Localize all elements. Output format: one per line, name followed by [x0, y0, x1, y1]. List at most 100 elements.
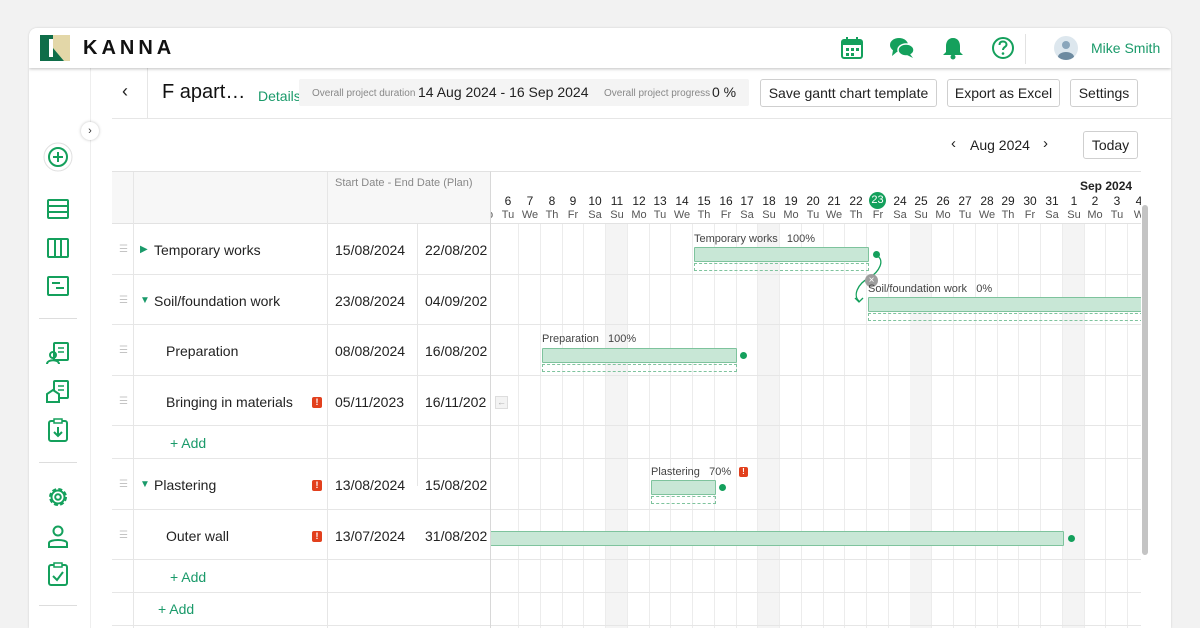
task-name[interactable]: Plastering [154, 477, 216, 493]
save-gantt-template-button[interactable]: Save gantt chart template [760, 79, 937, 107]
vertical-scrollbar[interactable] [1141, 171, 1171, 628]
task-name[interactable]: Temporary works [154, 242, 261, 258]
drag-handle-icon[interactable]: ☰ [119, 530, 128, 541]
settings-button[interactable]: Settings [1070, 79, 1138, 107]
task-name[interactable]: Outer wall [166, 528, 229, 544]
board-icon[interactable] [45, 235, 71, 261]
user-icon[interactable] [45, 523, 71, 549]
end-date[interactable]: 16/11/202 [425, 394, 486, 410]
scrollbar-thumb[interactable] [1142, 205, 1148, 555]
weekday-label: Mo [783, 209, 799, 221]
start-date[interactable]: 08/08/2024 [335, 343, 405, 359]
details-link[interactable]: Details [258, 88, 301, 104]
end-date[interactable]: 15/08/202 [425, 477, 487, 493]
avatar[interactable] [1054, 36, 1078, 60]
building-icon[interactable] [45, 378, 71, 404]
current-month: Aug 2024 [970, 137, 1030, 153]
chat-icon[interactable] [889, 35, 915, 61]
day-number: 28 [980, 194, 994, 208]
weekday-label: Mo [631, 209, 647, 221]
day-number: 26 [936, 194, 950, 208]
today-button[interactable]: Today [1083, 131, 1138, 159]
schedule-icon[interactable] [45, 273, 71, 299]
dependency-handle[interactable] [719, 484, 726, 491]
add-icon[interactable] [43, 142, 73, 172]
day-number: 12 [632, 194, 646, 208]
day-number: 2 [1091, 194, 1099, 208]
dependency-handle[interactable] [740, 352, 747, 359]
start-date[interactable]: 13/08/2024 [335, 477, 405, 493]
gantt-bar[interactable] [694, 247, 869, 262]
table-row[interactable]: ☰ Preparation 08/08/2024 16/08/202 [112, 325, 490, 376]
warning-icon: ! [312, 531, 322, 542]
gantt-bar[interactable] [868, 297, 1141, 312]
task-name[interactable]: Soil/foundation work [154, 293, 280, 309]
gantt-bar[interactable] [651, 480, 716, 495]
drag-handle-icon[interactable]: ☰ [119, 295, 128, 306]
expand-toggle-icon[interactable]: ▼ [140, 295, 150, 306]
gantt-bar[interactable] [542, 348, 737, 363]
start-date[interactable]: 05/11/2023 [335, 394, 404, 410]
calendar-icon[interactable] [839, 35, 865, 61]
start-date[interactable]: 23/08/2024 [335, 293, 405, 309]
table-row[interactable]: ☰ ▼ Plastering ! 13/08/2024 15/08/202 [112, 459, 490, 510]
table-row[interactable]: ☰ ▶ Temporary works 15/08/2024 22/08/202 [112, 224, 490, 275]
gantt-bar[interactable] [491, 531, 1064, 546]
next-month-chevron-icon[interactable]: › [1043, 135, 1048, 152]
offscreen-left-arrow-icon[interactable]: ← [495, 396, 508, 409]
end-date[interactable]: 31/08/202 [425, 528, 487, 544]
collapse-toggle-icon[interactable]: ▶ [140, 244, 148, 255]
drag-handle-icon[interactable]: ☰ [119, 244, 128, 255]
plan-bar [542, 364, 737, 372]
dependency-handle[interactable] [1068, 535, 1075, 542]
list-icon[interactable] [45, 196, 71, 222]
bell-icon[interactable] [940, 35, 966, 61]
end-date[interactable]: 04/09/202 [425, 293, 487, 309]
start-date[interactable]: 15/08/2024 [335, 242, 405, 258]
add-task-link[interactable]: + Add [158, 601, 194, 617]
clipboard-download-icon[interactable] [45, 417, 71, 443]
settings-icon[interactable] [45, 484, 71, 510]
drag-handle-icon[interactable]: ☰ [119, 479, 128, 490]
end-date[interactable]: 22/08/202 [425, 242, 487, 258]
table-row[interactable]: ☰ Outer wall ! 13/07/2024 31/08/202 [112, 510, 490, 560]
add-subtask-link[interactable]: + Add [170, 569, 206, 585]
task-name[interactable]: Bringing in materials [166, 394, 293, 410]
customer-list-icon[interactable] [45, 340, 71, 366]
task-table: Start Date - End Date (Plan) ☰ ▶ Tempora… [112, 171, 490, 628]
plan-bar [694, 263, 869, 271]
weekday-label: Su [610, 209, 624, 221]
start-date[interactable]: 13/07/2024 [335, 528, 405, 544]
weekday-label: Tu [653, 209, 667, 221]
checklist-icon[interactable] [45, 561, 71, 587]
back-chevron-icon[interactable]: ‹ [122, 81, 128, 102]
help-icon[interactable] [990, 35, 1016, 61]
task-name[interactable]: Preparation [166, 343, 238, 359]
day-number: 9 [569, 194, 577, 208]
gantt-row [491, 593, 1141, 626]
day-number: 19 [784, 194, 798, 208]
bar-label: Temporary works 100% [694, 233, 816, 245]
add-subtask-link[interactable]: + Add [170, 435, 206, 451]
weekday-label: Fr [1024, 209, 1036, 221]
warning-icon: ! [312, 397, 322, 408]
drag-handle-icon[interactable]: ☰ [119, 396, 128, 407]
drag-handle-icon[interactable]: ☰ [119, 345, 128, 356]
weekday-label: Mo [1087, 209, 1103, 221]
sidebar-expand-button[interactable]: › [81, 122, 99, 140]
day-number: 31 [1045, 194, 1059, 208]
warning-icon: ! [312, 480, 322, 491]
expand-toggle-icon[interactable]: ▼ [140, 479, 150, 490]
table-row[interactable]: ☰ Bringing in materials ! 05/11/2023 16/… [112, 376, 490, 426]
prev-month-chevron-icon[interactable]: ‹ [951, 135, 956, 152]
bar-label: Soil/foundation work 0% [868, 283, 993, 295]
end-date[interactable]: 16/08/202 [425, 343, 487, 359]
date-column-header: Start Date - End Date (Plan) [335, 177, 473, 189]
weekday-label: We [978, 209, 996, 221]
gantt-date-header: o Sep 2024 6Tu7We8Th9Fr10Sa11Su12Mo13Tu1… [491, 172, 1141, 224]
table-row[interactable]: ☰ ▼ Soil/foundation work 23/08/2024 04/0… [112, 275, 490, 325]
export-excel-button[interactable]: Export as Excel [947, 79, 1060, 107]
sidebar-separator [39, 318, 77, 319]
weekday-label: Su [1067, 209, 1081, 221]
user-name[interactable]: Mike Smith [1091, 40, 1160, 56]
